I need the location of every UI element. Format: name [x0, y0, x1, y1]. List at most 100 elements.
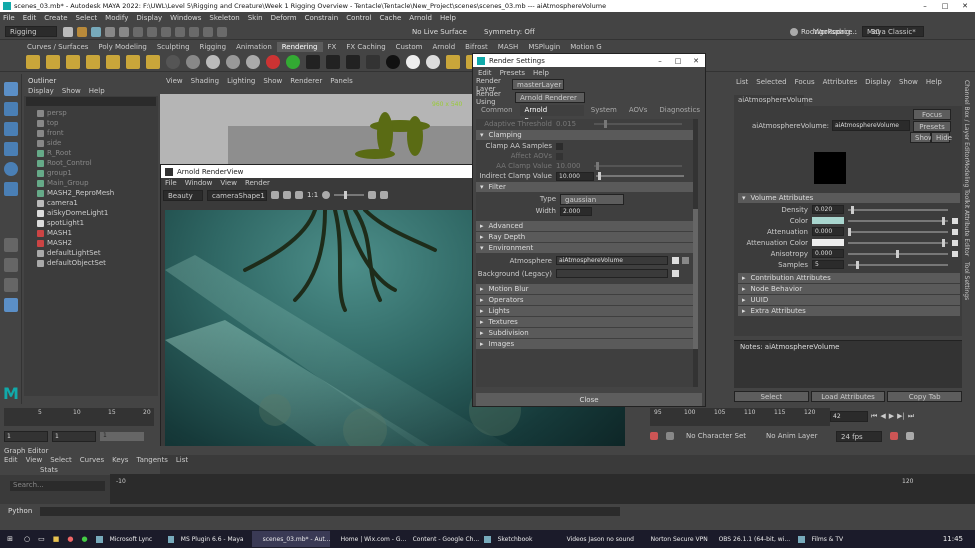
density-slider[interactable] — [848, 205, 948, 214]
user-name[interactable]: RodrigoRodrig... — [801, 28, 857, 36]
menu-constrain[interactable]: Constrain — [305, 14, 339, 22]
shelf-sun-icon[interactable] — [146, 54, 160, 69]
taskbar-app-content-google-ch[interactable]: Content - Google Ch... — [402, 531, 480, 547]
scale-tool-icon[interactable] — [4, 182, 18, 196]
renderview-menu-file[interactable]: File — [165, 179, 177, 187]
shelf-sphere-dark-icon[interactable] — [166, 54, 180, 69]
rs-tab-aovs[interactable]: AOVs — [624, 105, 653, 116]
shelf-tab-poly-modeling[interactable]: Poly Modeling — [93, 42, 151, 52]
outliner-menu-help[interactable]: Help — [89, 87, 105, 95]
shelf-tab-fx-caching[interactable]: FX Caching — [341, 42, 390, 52]
shelf-sphere-grey-icon[interactable] — [186, 54, 200, 69]
symmetry-label[interactable]: Symmetry: Off — [484, 28, 535, 36]
loop-icon[interactable] — [890, 432, 898, 440]
paint-select-icon[interactable] — [4, 122, 18, 136]
outliner-item-root-control[interactable]: Root_Control — [34, 158, 158, 168]
ae-menu-help[interactable]: Help — [926, 78, 942, 86]
start-range-input[interactable]: 1 — [52, 430, 96, 442]
color-slider[interactable] — [848, 216, 948, 225]
shelf-color-icon[interactable] — [286, 54, 300, 69]
ge-menu-select[interactable]: Select — [50, 456, 72, 464]
contribution-attributes-section-header[interactable]: ▸ Contribution Attributes — [738, 273, 960, 283]
go-end-icon[interactable]: ⏭ — [908, 412, 914, 421]
command-input[interactable] — [40, 506, 621, 516]
menu-deform[interactable]: Deform — [271, 14, 297, 22]
node-behavior-section-header[interactable]: ▸ Node Behavior — [738, 284, 960, 294]
fps-dropdown[interactable]: 24 fps — [836, 430, 882, 442]
shelf-hypershade-icon[interactable] — [366, 54, 380, 69]
outliner-item-persp[interactable]: persp — [34, 108, 158, 118]
side-tab-attribute-editor[interactable]: Attribute Editor — [963, 210, 970, 256]
firefox-icon[interactable]: ● — [63, 531, 77, 547]
outliner-search[interactable] — [26, 97, 156, 106]
menu-control[interactable]: Control — [346, 14, 371, 22]
range-bar-start[interactable]: 1 — [100, 431, 144, 441]
snap-point-icon[interactable] — [203, 26, 213, 37]
taskbar-app-norton-secure-vpn[interactable]: Norton Secure VPN — [640, 531, 708, 547]
filter-section-header[interactable]: ▾ Filter — [476, 182, 698, 192]
menu-modify[interactable]: Modify — [105, 14, 128, 22]
ae-select-button[interactable]: Select — [734, 390, 809, 402]
renderview-menu-render[interactable]: Render — [245, 179, 270, 187]
menu-select[interactable]: Select — [76, 14, 98, 22]
shelf-pointlight-icon[interactable] — [86, 54, 100, 69]
maximize-button[interactable]: □ — [935, 2, 955, 10]
shelf-tab-motion-graphics[interactable]: Motion Graphics — [565, 42, 602, 52]
menu-display[interactable]: Display — [136, 14, 162, 22]
taskbar-app-ms-plugin-6-6-maya[interactable]: MS Plugin 6.6 - Maya — [164, 531, 252, 547]
play-forward-icon[interactable]: ▶ — [889, 412, 894, 420]
menu-help[interactable]: Help — [440, 14, 456, 22]
zoom-ratio[interactable]: 1:1 — [307, 191, 318, 199]
menuset-dropdown[interactable]: Rigging — [5, 26, 57, 37]
menu-skeleton[interactable]: Skeleton — [209, 14, 239, 22]
select-object-icon[interactable] — [147, 26, 157, 37]
layout-four-icon[interactable] — [4, 258, 18, 272]
shelf-tab-rigging[interactable]: Rigging — [195, 42, 232, 52]
snap-curve-icon[interactable] — [189, 26, 199, 37]
taskbar-app-obs-26-1-1-64-bit-wi[interactable]: OBS 26.1.1 (64-bit, wi... — [708, 531, 794, 547]
renderview-menu-view[interactable]: View — [220, 179, 237, 187]
viewport-menu-view[interactable]: View — [166, 77, 183, 85]
taskbar-app-videos-jason-no-sound[interactable]: Videos Jason no sound — [556, 531, 640, 547]
layout-single-icon[interactable] — [4, 238, 18, 252]
redo-icon[interactable] — [119, 26, 129, 37]
outliner-item-front[interactable]: front — [34, 128, 158, 138]
taskview-icon[interactable]: ▭ — [34, 531, 49, 547]
rs-scrollbar[interactable] — [693, 119, 698, 387]
rotate-tool-icon[interactable] — [4, 162, 18, 176]
motion-blur-section-header[interactable]: ▸ Motion Blur — [476, 284, 698, 294]
attenuation-map-icon[interactable] — [952, 228, 958, 235]
rs-tab-arnold-renderer[interactable]: Arnold Renderer — [519, 104, 584, 125]
rs-maximize-button[interactable]: □ — [669, 57, 687, 65]
outliner-item-mash2-repromesh[interactable]: MASH2_ReproMesh — [34, 188, 158, 198]
new-scene-icon[interactable] — [63, 26, 73, 37]
shelf-light-icon[interactable] — [26, 54, 40, 69]
side-tab-modeling-toolkit[interactable]: Modeling Toolkit — [963, 160, 970, 208]
ae-notes[interactable]: Notes: aiAtmosphereVolume — [734, 340, 962, 388]
notification-count[interactable]: 30 — [871, 28, 880, 36]
step-forward-icon[interactable]: ▶| — [897, 412, 905, 420]
crop-icon[interactable] — [295, 191, 303, 199]
shelf-tab-mash[interactable]: MASH — [493, 42, 524, 52]
outliner-item-main-group[interactable]: Main_Group — [34, 178, 158, 188]
color-swatch[interactable] — [812, 217, 844, 224]
rs-tab-diagnostics[interactable]: Diagnostics — [654, 105, 705, 116]
shelf-render-icon[interactable] — [266, 54, 280, 69]
lasso-tool-icon[interactable] — [4, 102, 18, 116]
filter-type-dropdown[interactable]: gaussian — [560, 193, 624, 205]
attenuation-color-swatch[interactable] — [812, 239, 844, 246]
search-icon[interactable]: ○ — [20, 531, 34, 547]
time-slider-right[interactable]: 95 100 105 110 115 120 — [650, 408, 830, 426]
ae-copy-tab-button[interactable]: Copy Tab — [887, 390, 963, 402]
move-tool-icon[interactable] — [4, 142, 18, 156]
shelf-star1-icon[interactable] — [446, 54, 460, 69]
textures-section-header[interactable]: ▸ Textures — [476, 317, 698, 327]
density-input[interactable]: 0.020 — [812, 205, 844, 214]
shelf-bulb-icon[interactable] — [426, 54, 440, 69]
aov-dropdown[interactable]: Beauty — [163, 189, 203, 201]
shelf-tab-custom[interactable]: Custom — [391, 42, 428, 52]
outliner-item-defaultlightset[interactable]: defaultLightSet — [34, 248, 158, 258]
start-frame-input[interactable]: 1 — [4, 430, 48, 442]
anim-layer-dropdown[interactable]: No Anim Layer — [762, 431, 828, 442]
outliner-item-mash1[interactable]: MASH1 — [34, 228, 158, 238]
